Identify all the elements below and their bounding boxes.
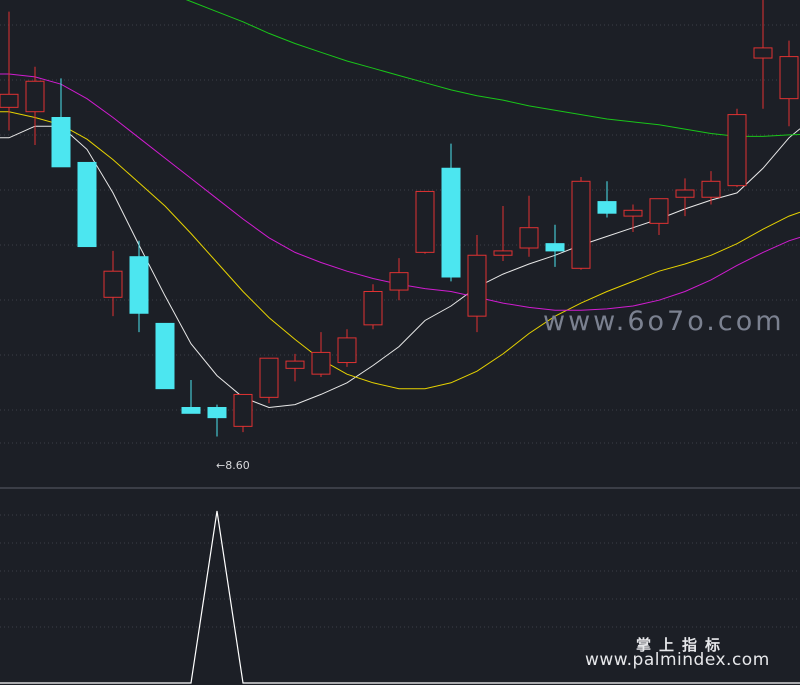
candle-23: [597, 181, 617, 218]
candle-27: [701, 171, 721, 205]
candle-25: [649, 198, 669, 235]
candle-body: [441, 167, 461, 278]
candle-body: [493, 250, 513, 256]
candle-body: [675, 189, 695, 198]
watermark-palmindex: www.palmindex.com: [585, 650, 770, 670]
candle-body: [701, 180, 721, 198]
candle-body: [597, 201, 617, 214]
candle-19: [493, 205, 513, 262]
candle-6: [155, 322, 175, 390]
candle-21: [545, 224, 565, 267]
stock-chart: [0, 0, 800, 684]
candle-3: [77, 161, 97, 248]
candle-body: [311, 351, 331, 375]
candle-body: [129, 256, 149, 314]
candle-body: [467, 254, 487, 317]
candle-body: [259, 357, 279, 398]
candle-body: [727, 114, 747, 187]
candle-body: [753, 47, 773, 59]
candle-body: [181, 407, 201, 414]
candle-body: [571, 180, 591, 269]
candle-16: [415, 190, 435, 254]
watermark-6o7o: www.6o7o.com: [543, 306, 785, 337]
candle-body: [77, 161, 97, 248]
candle-body: [207, 407, 227, 419]
candle-24: [623, 204, 643, 233]
ma-line-0: [0, 125, 800, 409]
candle-4: [103, 250, 123, 317]
candle-14: [363, 284, 383, 330]
candle-body: [363, 291, 383, 326]
low-price-marker: ←8.60: [216, 459, 250, 472]
candle-body: [519, 227, 539, 249]
candle-11: [285, 353, 305, 382]
candle-30: [779, 40, 799, 127]
candle-7: [181, 379, 201, 414]
candle-body: [337, 337, 357, 364]
candle-12: [311, 332, 331, 378]
candle-body: [233, 393, 253, 427]
low-price-value: 8.60: [225, 459, 250, 472]
candle-13: [337, 329, 357, 367]
candle-17: [441, 143, 461, 282]
candle-22: [571, 176, 591, 270]
candle-body: [545, 243, 565, 252]
candle-body: [623, 209, 643, 217]
candle-body: [155, 322, 175, 390]
moving-average-lines: [0, 0, 800, 409]
candlesticks: [0, 0, 799, 437]
candle-body: [779, 56, 799, 100]
candle-body: [0, 93, 19, 108]
candle-5: [129, 240, 149, 333]
candle-body: [25, 80, 45, 113]
candle-body: [285, 360, 305, 369]
candle-8: [207, 404, 227, 437]
candle-28: [727, 108, 747, 188]
candle-body: [389, 272, 409, 291]
candle-body: [415, 190, 435, 253]
candle-18: [467, 234, 487, 333]
candle-9: [233, 393, 253, 433]
candle-26: [675, 178, 695, 217]
candle-20: [519, 195, 539, 257]
candle-10: [259, 357, 279, 404]
candle-15: [389, 258, 409, 301]
candle-body: [103, 270, 123, 298]
candle-body: [51, 117, 71, 168]
candle-body: [649, 198, 669, 224]
candle-29: [753, 0, 773, 109]
ma-line-3: [185, 0, 800, 137]
candle-2: [51, 78, 71, 168]
ma-line-1: [0, 111, 800, 390]
